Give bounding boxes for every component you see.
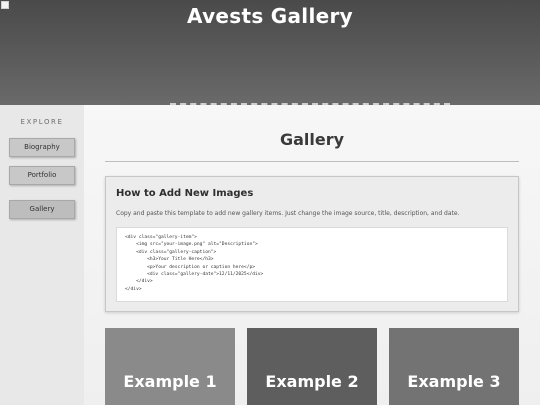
sidebar-item-portfolio[interactable]: Portfolio: [9, 166, 75, 185]
sidebar-item-gallery[interactable]: Gallery: [9, 200, 75, 219]
gallery-card-2[interactable]: Example 2: [247, 328, 377, 405]
sidebar-heading: EXPLORE: [20, 118, 64, 126]
howto-title: How to Add New Images: [116, 188, 254, 199]
gallery-card-1[interactable]: Example 1: [105, 328, 235, 405]
site-title: Avests Gallery: [187, 4, 353, 28]
page-title: Gallery: [279, 130, 345, 149]
howto-description: Copy and paste this template to add new …: [116, 210, 460, 217]
code-template[interactable]: <div class="gallery-item"> <img src="you…: [116, 227, 508, 302]
sidebar-item-biography[interactable]: Biography: [9, 138, 75, 157]
gallery-card-label: Example 2: [265, 372, 359, 391]
title-divider: [105, 161, 519, 162]
gallery-card-label: Example 1: [123, 372, 217, 391]
gallery-card-3[interactable]: Example 3: [389, 328, 519, 405]
gallery-card-label: Example 3: [407, 372, 501, 391]
